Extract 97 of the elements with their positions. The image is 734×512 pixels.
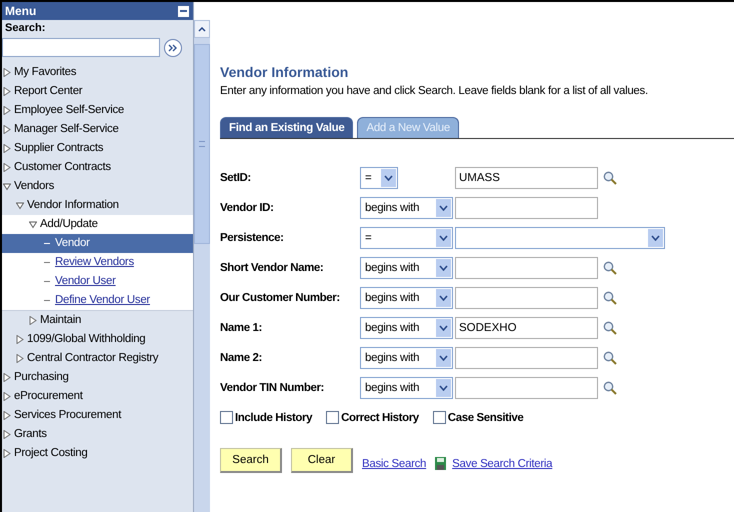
scrollbar[interactable] bbox=[194, 20, 210, 512]
value-field[interactable] bbox=[455, 287, 598, 309]
menu-item[interactable]: Supplier Contracts bbox=[2, 139, 193, 158]
operator-dropdown[interactable]: begins with bbox=[360, 377, 453, 399]
field-label: Vendor TIN Number: bbox=[220, 382, 325, 394]
action-button[interactable]: Clear bbox=[291, 448, 353, 473]
operator-dropdown[interactable]: begins with bbox=[360, 347, 453, 369]
chevron-down-icon[interactable] bbox=[439, 325, 448, 331]
value-field[interactable]: UMASS bbox=[455, 167, 598, 189]
collapse-icon[interactable] bbox=[178, 6, 189, 16]
triangle-right-icon[interactable] bbox=[3, 411, 11, 420]
chevron-down-icon[interactable] bbox=[439, 295, 448, 301]
instructions-text: Enter any information you have and click Search. Leave fields blank for a list of all values. bbox=[220, 85, 649, 97]
menu-item[interactable]: Services Procurement bbox=[2, 406, 193, 425]
tab[interactable]: Find an Existing Value bbox=[220, 117, 354, 138]
triangle-right-icon[interactable] bbox=[3, 449, 11, 458]
menu-item[interactable]: Report Center bbox=[2, 82, 193, 101]
chevron-down-icon[interactable] bbox=[384, 175, 393, 181]
menu-item[interactable]: 1099/Global Withholding bbox=[2, 330, 193, 349]
search-label: Search: bbox=[4, 21, 46, 36]
triangle-right-icon[interactable] bbox=[3, 144, 11, 153]
link[interactable]: Basic Search bbox=[362, 458, 426, 470]
action-button[interactable]: Search bbox=[220, 448, 282, 473]
operator-dropdown[interactable]: begins with bbox=[360, 287, 453, 309]
triangle-right-icon[interactable] bbox=[29, 316, 37, 325]
field-label: Name 1: bbox=[220, 322, 263, 334]
dash-icon bbox=[44, 300, 50, 301]
search-icon[interactable] bbox=[603, 321, 617, 335]
value-dropdown[interactable] bbox=[455, 227, 665, 249]
search-icon[interactable] bbox=[603, 291, 617, 305]
menu-item[interactable]: Vendors bbox=[2, 177, 193, 196]
link[interactable]: Save Search Criteria bbox=[452, 458, 552, 470]
chevron-down-icon[interactable] bbox=[439, 265, 448, 271]
menu-item[interactable]: Vendor Information bbox=[2, 196, 193, 215]
search-field[interactable] bbox=[2, 38, 160, 57]
operator-dropdown[interactable]: = bbox=[360, 227, 453, 249]
menu-item[interactable]: Central Contractor Registry bbox=[2, 349, 193, 368]
chevron-down-icon[interactable] bbox=[439, 205, 448, 211]
triangle-right-icon[interactable] bbox=[3, 392, 11, 401]
value-field[interactable]: SODEXHO bbox=[455, 317, 598, 339]
triangle-right-icon[interactable] bbox=[3, 125, 11, 134]
chevron-up-icon[interactable] bbox=[198, 26, 206, 32]
value-field[interactable] bbox=[455, 377, 598, 399]
menu-item[interactable]: My Favorites bbox=[2, 63, 193, 82]
triangle-right-icon[interactable] bbox=[3, 430, 11, 439]
menu-item[interactable]: Employee Self-Service bbox=[2, 101, 193, 120]
dash-icon bbox=[44, 243, 50, 244]
field-label: Short Vendor Name: bbox=[220, 262, 324, 274]
chevron-down-icon[interactable] bbox=[439, 235, 448, 241]
field-label: Vendor ID: bbox=[220, 202, 275, 214]
menu-item[interactable]: Maintain bbox=[2, 311, 193, 330]
chevron-down-icon[interactable] bbox=[651, 235, 660, 241]
value-field[interactable] bbox=[455, 197, 598, 219]
option-checkbox[interactable]: Case Sensitive bbox=[432, 411, 524, 424]
menu-title: Menu bbox=[5, 4, 36, 18]
search-icon[interactable] bbox=[603, 261, 617, 275]
triangle-right-icon[interactable] bbox=[3, 87, 11, 96]
menu-item[interactable]: Grants bbox=[2, 425, 193, 444]
value-field[interactable] bbox=[455, 347, 598, 369]
chevron-down-icon[interactable] bbox=[439, 385, 448, 391]
page-title: Vendor Information bbox=[220, 64, 350, 80]
option-checkbox[interactable]: Include History bbox=[220, 411, 312, 424]
menu-item[interactable]: eProcurement bbox=[2, 387, 193, 406]
triangle-right-icon[interactable] bbox=[3, 106, 11, 115]
dash-icon bbox=[44, 262, 50, 263]
triangle-right-icon[interactable] bbox=[3, 373, 11, 382]
menu-item[interactable]: Customer Contracts bbox=[2, 158, 193, 177]
value-field[interactable] bbox=[455, 257, 598, 279]
field-label: Persistence: bbox=[220, 232, 285, 244]
checkbox[interactable] bbox=[220, 411, 233, 424]
chevron-down-icon[interactable] bbox=[439, 355, 448, 361]
triangle-down-icon[interactable] bbox=[3, 182, 11, 191]
option-checkbox[interactable]: Correct History bbox=[326, 411, 419, 424]
menu-item[interactable]: Vendor bbox=[2, 234, 193, 253]
search-icon[interactable] bbox=[603, 171, 617, 185]
triangle-right-icon[interactable] bbox=[16, 354, 24, 363]
checkbox[interactable] bbox=[326, 411, 340, 424]
menu-item[interactable]: Purchasing bbox=[2, 368, 193, 387]
operator-dropdown[interactable]: begins with bbox=[360, 257, 453, 279]
menu-item[interactable]: Manager Self-Service bbox=[2, 120, 193, 139]
triangle-down-icon[interactable] bbox=[16, 201, 24, 210]
search-icon[interactable] bbox=[603, 351, 617, 365]
operator-dropdown[interactable]: begins with bbox=[360, 317, 453, 339]
field-label: Name 2: bbox=[220, 352, 263, 364]
triangle-right-icon[interactable] bbox=[3, 68, 11, 77]
dash-icon bbox=[44, 281, 50, 282]
search-icon[interactable] bbox=[603, 381, 617, 395]
operator-dropdown[interactable]: = bbox=[360, 167, 398, 189]
triangle-right-icon[interactable] bbox=[3, 163, 11, 172]
field-label: Our Customer Number: bbox=[220, 292, 341, 304]
triangle-right-icon[interactable] bbox=[16, 335, 24, 344]
operator-dropdown[interactable]: begins with bbox=[360, 197, 453, 219]
menu-item[interactable]: Project Costing bbox=[2, 444, 193, 463]
triangle-down-icon[interactable] bbox=[29, 220, 37, 229]
field-label: SetID: bbox=[220, 172, 252, 184]
go-icon[interactable] bbox=[164, 38, 182, 56]
checkbox[interactable] bbox=[432, 411, 446, 424]
